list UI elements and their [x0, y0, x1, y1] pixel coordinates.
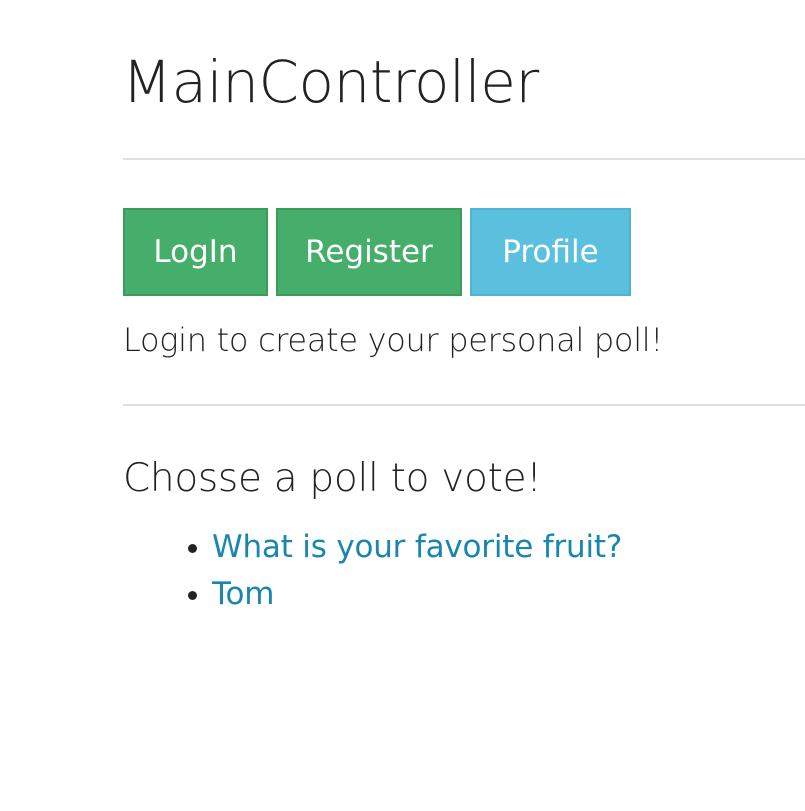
poll-link-tom[interactable]: Tom	[212, 576, 274, 612]
section-divider	[123, 404, 805, 406]
login-button[interactable]: LogIn	[123, 208, 268, 296]
poll-list-heading: Chosse a poll to vote!	[123, 456, 542, 501]
list-item: What is your favorite fruit?	[212, 524, 622, 571]
register-button[interactable]: Register	[276, 208, 462, 296]
header-divider	[123, 158, 805, 160]
page-title: MainController	[122, 48, 539, 116]
auth-button-group: LogIn Register Profile	[123, 208, 631, 296]
login-hint-text: Login to create your personal poll!	[123, 321, 663, 359]
poll-link-favorite-fruit[interactable]: What is your favorite fruit?	[212, 529, 622, 565]
list-item: Tom	[212, 571, 622, 618]
poll-list: What is your favorite fruit? Tom	[123, 524, 622, 618]
profile-button[interactable]: Profile	[470, 208, 631, 296]
page: MainController LogIn Register Profile Lo…	[0, 0, 805, 811]
